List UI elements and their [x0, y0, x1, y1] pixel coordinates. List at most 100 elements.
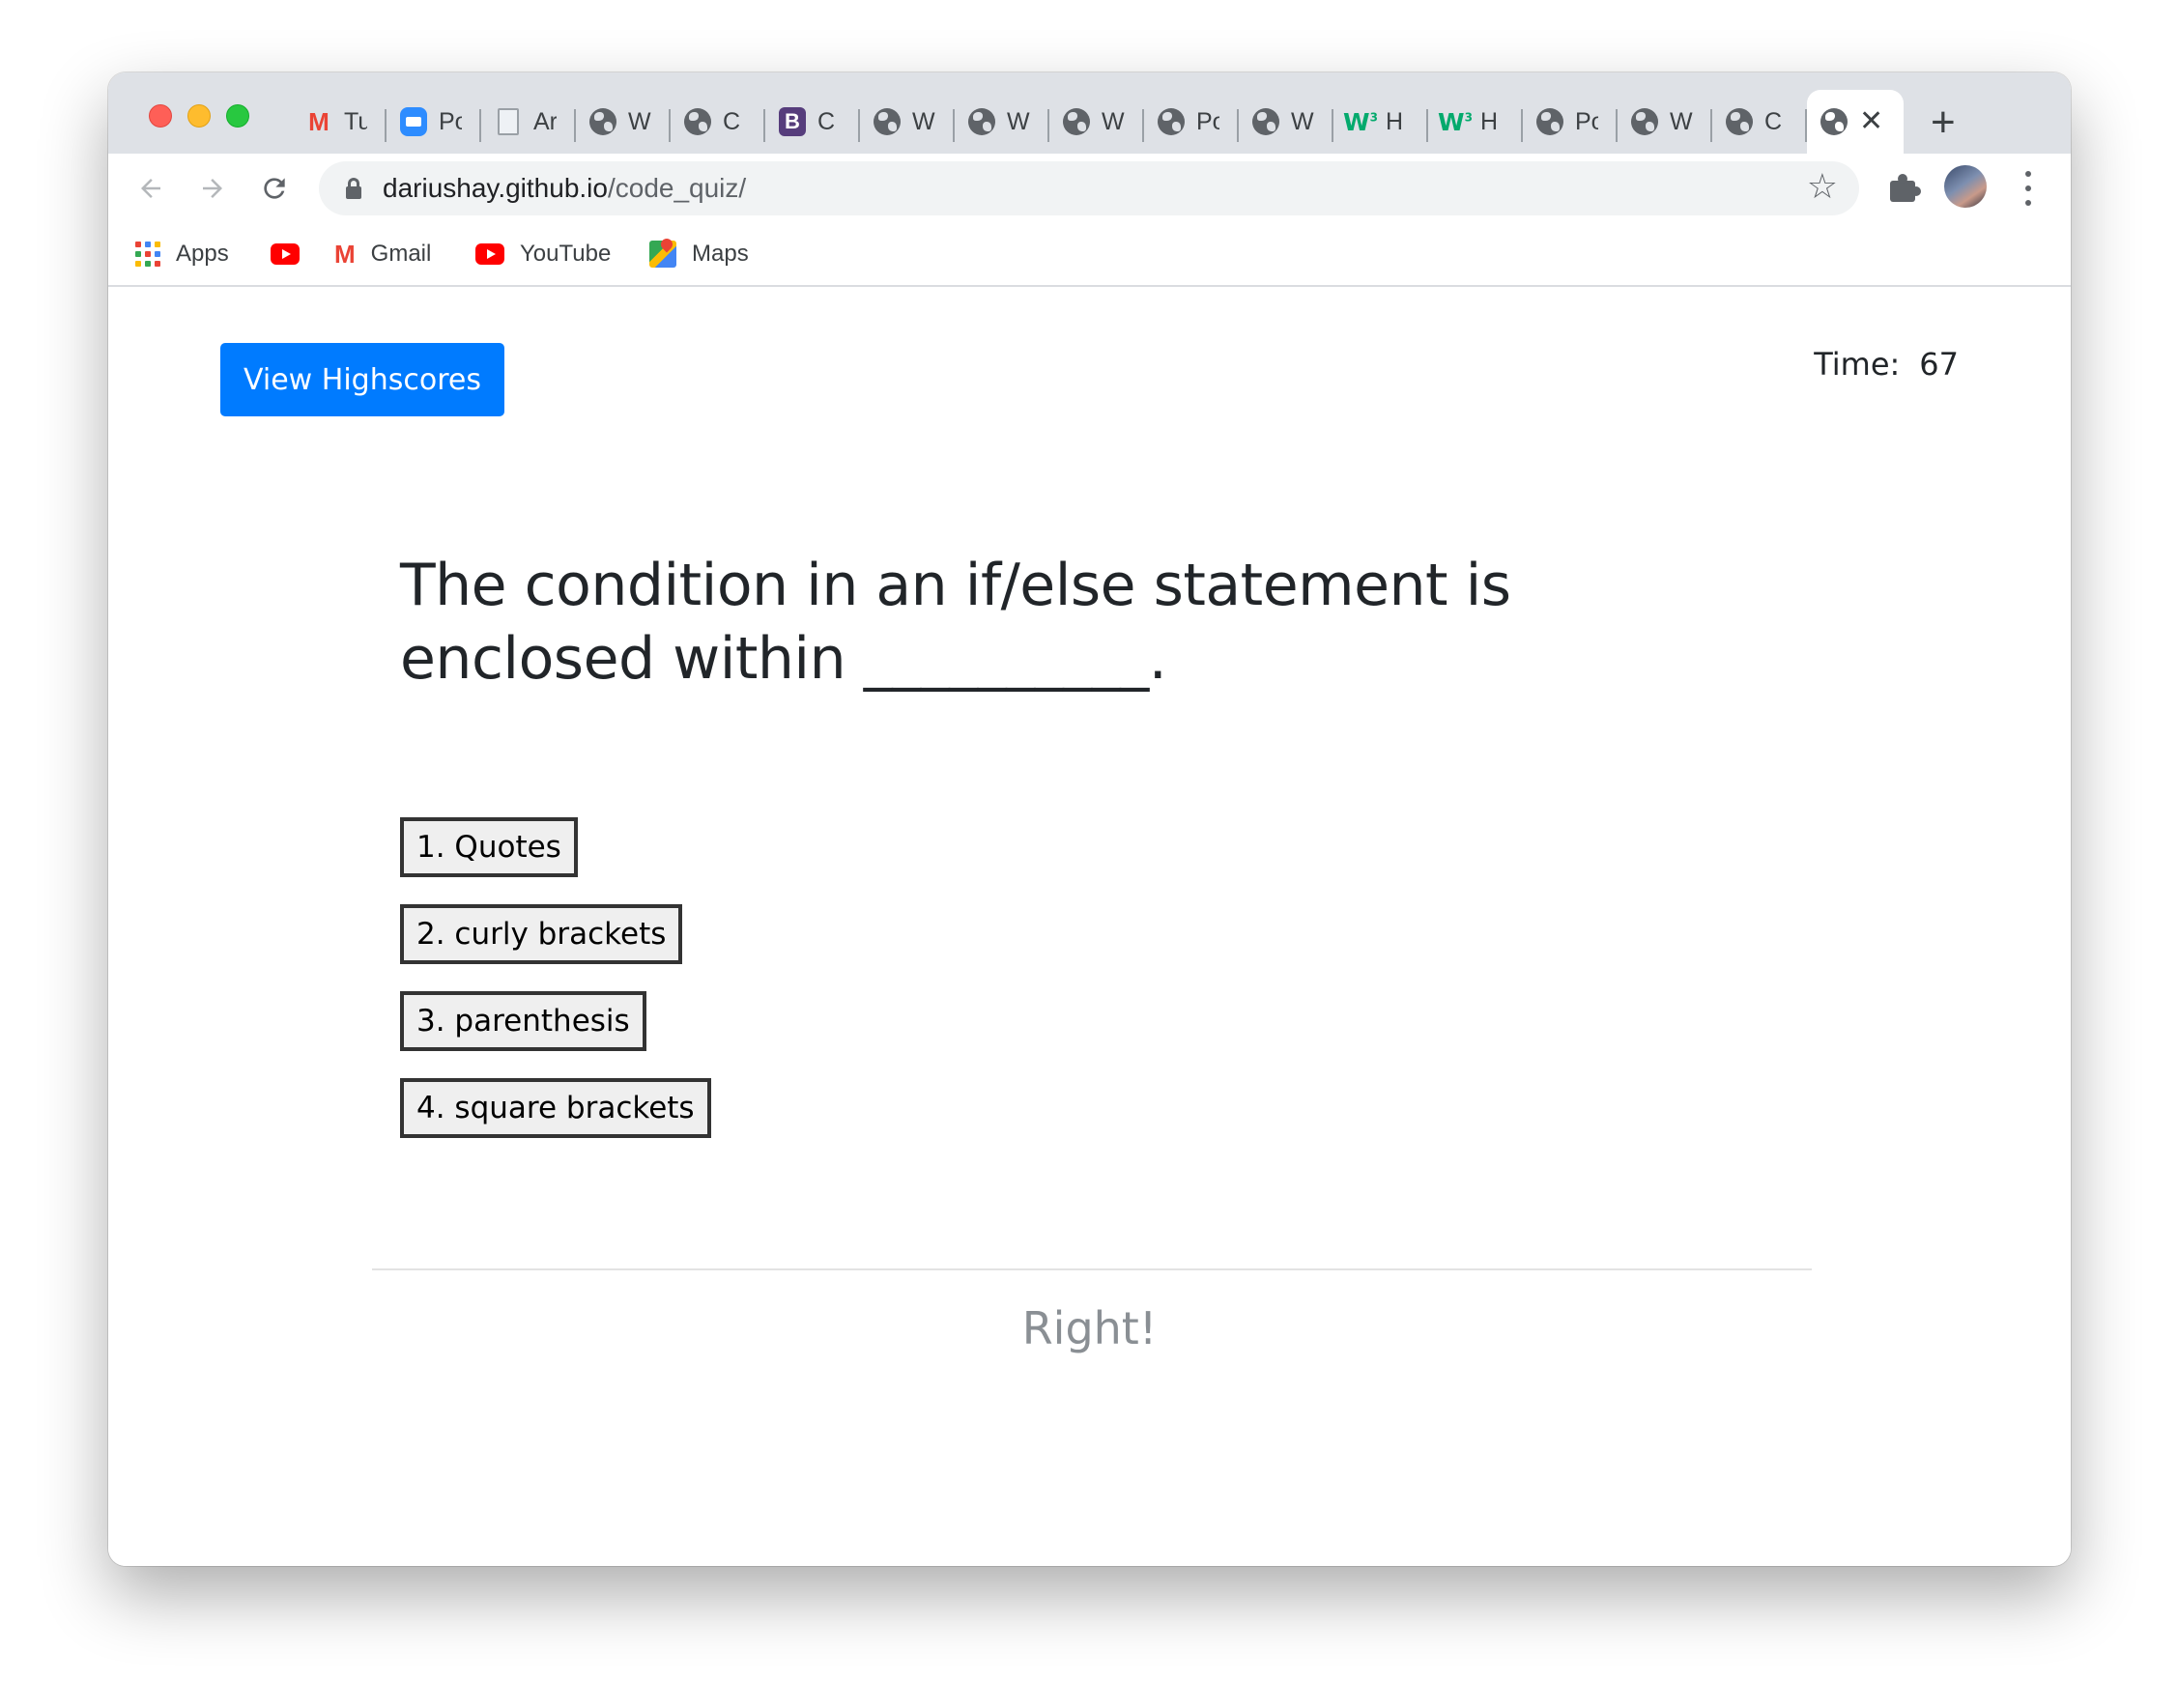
- tab-title: Tu: [344, 107, 367, 135]
- url-domain: dariushay.github.io: [383, 173, 608, 203]
- w3schools-icon: W3: [1438, 107, 1473, 136]
- tab[interactable]: W3 H: [1333, 90, 1428, 154]
- tab-title: W: [1007, 107, 1030, 135]
- globe-icon: [589, 108, 616, 135]
- bookmark-apps[interactable]: Apps: [135, 237, 229, 271]
- tab[interactable]: Ar: [481, 90, 576, 154]
- tab[interactable]: C: [1712, 90, 1807, 154]
- answer-button[interactable]: 2. curly brackets: [400, 904, 683, 964]
- bookmark-label: YouTube: [520, 241, 612, 267]
- bookmark-label: Apps: [176, 241, 229, 267]
- globe-icon: [1252, 108, 1279, 135]
- tab[interactable]: B C: [765, 90, 860, 154]
- w3schools-icon: W3: [1343, 107, 1378, 136]
- answer-feedback: Right!: [1021, 1302, 1158, 1354]
- bookmark-star-icon[interactable]: ☆: [1807, 169, 1838, 204]
- timer-value: 67: [1919, 346, 1959, 383]
- timer: Time: 67: [1814, 346, 1959, 383]
- tab[interactable]: C: [671, 90, 765, 154]
- tab[interactable]: W: [955, 90, 1049, 154]
- active-tab[interactable]: ✕: [1807, 90, 1904, 154]
- zoom-icon: [400, 107, 427, 136]
- bookmark-youtube[interactable]: YouTube: [475, 237, 611, 271]
- tab[interactable]: W3 H: [1428, 90, 1523, 154]
- bookmark-gmail[interactable]: M Gmail: [334, 237, 431, 271]
- tab-title: Po: [1196, 107, 1219, 135]
- answer-choices: 1. Quotes 2. curly brackets 3. parenthes…: [400, 817, 711, 1165]
- globe-icon: [968, 108, 995, 135]
- close-window-button[interactable]: [149, 104, 172, 128]
- zoom-window-button[interactable]: [226, 104, 249, 128]
- more-menu-icon[interactable]: [2023, 167, 2033, 210]
- address-bar[interactable]: dariushay.github.io/code_quiz/ ☆: [319, 161, 1859, 215]
- globe-icon: [1820, 108, 1848, 135]
- divider: [372, 1268, 1812, 1270]
- reload-icon: [264, 178, 285, 199]
- timer-label: Time:: [1814, 346, 1901, 383]
- tab-title: C: [817, 107, 836, 135]
- forward-button[interactable]: [189, 165, 236, 212]
- bootstrap-icon: B: [779, 107, 806, 136]
- tab[interactable]: W: [576, 90, 671, 154]
- globe-icon: [1631, 108, 1658, 135]
- youtube-icon: [271, 243, 300, 265]
- tab-title: H: [1386, 107, 1404, 135]
- tab-title: W: [1670, 107, 1693, 135]
- tab[interactable]: W: [1239, 90, 1333, 154]
- bookmark-maps[interactable]: Maps: [649, 237, 749, 271]
- tab-strip: M Tu Po Ar W C B C W W W Po W W3 H W3 H …: [108, 72, 2071, 154]
- globe-icon: [1063, 108, 1090, 135]
- arrow-left-icon: [141, 179, 160, 198]
- apps-grid-icon: [135, 242, 160, 267]
- answer-button[interactable]: 3. parenthesis: [400, 991, 646, 1051]
- answer-button[interactable]: 4. square brackets: [400, 1078, 711, 1138]
- lock-icon[interactable]: [346, 178, 361, 199]
- back-button[interactable]: [128, 165, 174, 212]
- bookmarks-bar: Apps M Gmail YouTube Maps: [108, 223, 2071, 287]
- globe-icon: [1726, 108, 1753, 135]
- profile-avatar[interactable]: [1944, 165, 1987, 208]
- tab-title: C: [723, 107, 741, 135]
- browser-window: M Tu Po Ar W C B C W W W Po W W3 H W3 H …: [108, 72, 2071, 1566]
- minimize-window-button[interactable]: [187, 104, 211, 128]
- tab-title: W: [628, 107, 651, 135]
- tab[interactable]: W: [1618, 90, 1712, 154]
- gmail-icon: M: [334, 239, 356, 269]
- globe-icon: [874, 108, 901, 135]
- arrow-right-icon: [203, 179, 222, 198]
- tab-title: C: [1764, 107, 1783, 135]
- new-tab-button[interactable]: +: [1931, 101, 1956, 144]
- answer-button[interactable]: 1. Quotes: [400, 817, 578, 877]
- globe-icon: [684, 108, 711, 135]
- bookmark-label: Gmail: [370, 241, 432, 267]
- tab[interactable]: W: [860, 90, 955, 154]
- bookmark-label: Maps: [692, 241, 749, 267]
- tab[interactable]: M Tu: [292, 90, 387, 154]
- maps-icon: [649, 241, 676, 268]
- url-path: /code_quiz/: [607, 173, 747, 203]
- page-content: View Highscores Time: 67 The condition in…: [108, 288, 2071, 1566]
- globe-icon: [1536, 108, 1563, 135]
- document-icon: [495, 108, 522, 135]
- tab-title: Po: [1575, 107, 1598, 135]
- tab[interactable]: W: [1049, 90, 1144, 154]
- tab[interactable]: Po: [387, 90, 481, 154]
- tab[interactable]: Po: [1523, 90, 1618, 154]
- tab-title: Ar: [533, 107, 557, 135]
- extensions-puzzle-icon[interactable]: [1886, 171, 1921, 206]
- tab[interactable]: Po: [1144, 90, 1239, 154]
- tab-title: Po: [439, 107, 462, 135]
- tab-list: M Tu Po Ar W C B C W W W Po W W3 H W3 H …: [292, 90, 1904, 154]
- reload-button[interactable]: [251, 165, 298, 212]
- globe-icon: [1158, 108, 1185, 135]
- bookmark-youtube-unnamed[interactable]: [271, 237, 300, 271]
- tab-title: H: [1480, 107, 1499, 135]
- youtube-icon: [475, 243, 504, 265]
- tab-title: W: [912, 107, 935, 135]
- view-highscores-button[interactable]: View Highscores: [220, 343, 504, 416]
- url-text[interactable]: dariushay.github.io/code_quiz/: [383, 173, 746, 204]
- close-tab-icon[interactable]: ✕: [1859, 107, 1883, 136]
- tab-title: W: [1102, 107, 1125, 135]
- tab-title: W: [1291, 107, 1314, 135]
- gmail-icon: M: [308, 106, 330, 136]
